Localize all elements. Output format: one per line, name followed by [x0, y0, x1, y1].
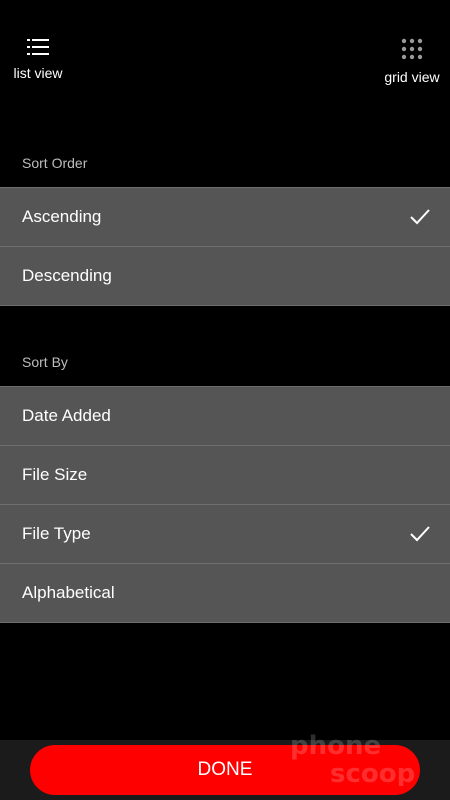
option-label: File Size [22, 465, 88, 484]
grid-icon [401, 38, 423, 60]
option-label: Descending [22, 266, 112, 285]
list-view-button[interactable]: list view [10, 38, 66, 81]
option-label: Ascending [22, 207, 102, 226]
list-view-label: list view [13, 65, 63, 81]
list-icon [27, 39, 49, 55]
sort-order-option-descending[interactable]: Descending [0, 246, 450, 306]
sort-by-list: Date Added File Size File Type Alphabeti… [0, 386, 450, 623]
sort-order-heading: Sort Order [22, 155, 88, 171]
checkmark-icon [410, 526, 430, 542]
grid-view-button[interactable]: grid view [382, 38, 442, 85]
top-bar: list view grid view [0, 0, 450, 110]
sort-by-option-file-size[interactable]: File Size [0, 445, 450, 504]
grid-view-label: grid view [384, 69, 440, 85]
sort-order-option-ascending[interactable]: Ascending [0, 187, 450, 246]
sort-by-option-alphabetical[interactable]: Alphabetical [0, 563, 450, 623]
sort-order-list: Ascending Descending [0, 187, 450, 306]
sort-by-heading: Sort By [22, 354, 68, 370]
phonescoop-watermark-logo: phone scoop [290, 731, 415, 786]
option-label: Alphabetical [22, 583, 115, 602]
checkmark-icon [410, 209, 430, 225]
sort-by-option-file-type[interactable]: File Type [0, 504, 450, 563]
sort-by-option-date-added[interactable]: Date Added [0, 386, 450, 445]
svg-text:scoop: scoop [330, 759, 415, 786]
option-label: Date Added [22, 406, 111, 425]
svg-text:phone: phone [290, 731, 381, 761]
option-label: File Type [22, 524, 91, 543]
